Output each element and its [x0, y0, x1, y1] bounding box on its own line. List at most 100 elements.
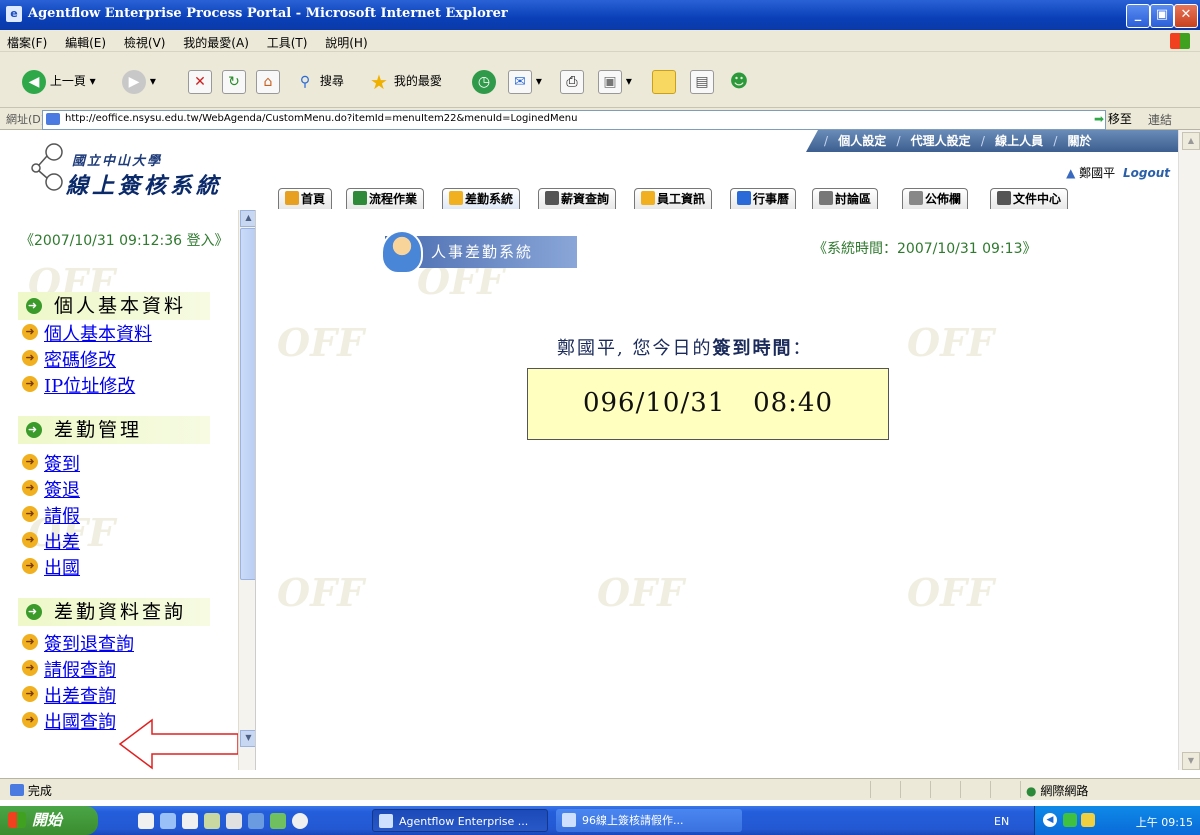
tray-app-icon[interactable]	[1081, 813, 1095, 827]
print-button[interactable]: ⎙	[560, 66, 584, 96]
research-button[interactable]: ▤	[690, 66, 714, 96]
tab-bulletin[interactable]: 公佈欄	[902, 188, 969, 209]
search-button[interactable]: ⚲ 搜尋	[294, 66, 344, 96]
topnav-online-users[interactable]: 線上人員	[995, 134, 1043, 148]
topnav-agent-settings[interactable]: 代理人設定	[911, 134, 971, 148]
bullet-icon: ➜	[22, 376, 38, 392]
quicklaunch-icon[interactable]	[138, 813, 154, 829]
forward-arrow-icon: ▶	[122, 69, 146, 94]
link-signin-query[interactable]: ➜ 簽到退查詢	[22, 630, 134, 656]
clock[interactable]: 上午 09:15	[1136, 814, 1193, 830]
logout-link[interactable]: Logout	[1123, 166, 1170, 180]
menu-bar: 檔案(F) 編輯(E) 檢視(V) 我的最愛(A) 工具(T) 說明(H)	[0, 30, 1200, 52]
site-logo[interactable]: 國立中山大學 線上簽核系統	[26, 142, 218, 199]
person-icon	[381, 230, 423, 274]
arrow-bullet-icon: ➜	[26, 298, 42, 314]
tab-forum[interactable]: 討論區	[812, 188, 879, 209]
quicklaunch-icon[interactable]	[292, 813, 308, 829]
link-leave[interactable]: ➜ 請假	[22, 502, 80, 528]
minimize-button[interactable]: _	[1126, 4, 1150, 28]
link-business-trip[interactable]: ➜ 出差	[22, 528, 80, 554]
close-button[interactable]: ✕	[1174, 4, 1198, 28]
back-label: 上一頁	[49, 74, 86, 88]
section-query[interactable]: ➜ 差勤資料查詢	[18, 598, 210, 626]
mail-button[interactable]: ✉ ▾	[508, 66, 542, 96]
section-personal[interactable]: ➜ 個人基本資料	[18, 292, 210, 320]
tab-home[interactable]: 首頁	[278, 188, 333, 209]
link-trip-query[interactable]: ➜ 出差查詢	[22, 682, 116, 708]
stop-button[interactable]: ✕	[188, 66, 212, 96]
go-button[interactable]: ➡ 移至	[1094, 110, 1132, 128]
menu-view[interactable]: 檢視(V)	[117, 30, 173, 51]
link-sign-out[interactable]: ➜ 簽退	[22, 476, 80, 502]
top-nav: / 個人設定 / 代理人設定 / 線上人員 / 關於	[806, 130, 1196, 152]
back-button[interactable]: ◀ 上一頁 ▾	[22, 66, 96, 96]
tab-documents[interactable]: 文件中心	[990, 188, 1069, 209]
topnav-about[interactable]: 關於	[1068, 134, 1092, 148]
taskbar-item-word[interactable]: 96線上簽核請假作...	[556, 809, 742, 832]
links-button[interactable]: 連結	[1148, 111, 1172, 128]
tab-staff-info[interactable]: 員工資訊	[634, 188, 713, 209]
address-input[interactable]: http://eoffice.nsysu.edu.tw/WebAgenda/Cu…	[42, 110, 1106, 130]
scroll-thumb[interactable]	[240, 228, 255, 580]
page-scroll-up[interactable]: ▲	[1182, 132, 1200, 150]
edit-button[interactable]: ▣ ▾	[598, 66, 632, 96]
tab-calendar[interactable]: 行事曆	[730, 188, 797, 209]
star-icon: ★	[370, 69, 388, 94]
link-personal-info[interactable]: ➜ 個人基本資料	[22, 320, 152, 346]
sidebar-scrollbar[interactable]: ▲ ▼	[238, 210, 255, 770]
windows-logo-icon	[8, 812, 26, 828]
folder-button[interactable]	[652, 66, 676, 96]
refresh-button[interactable]: ↻	[222, 66, 246, 96]
history-button[interactable]: ◷	[472, 66, 496, 96]
quicklaunch-icon[interactable]	[182, 813, 198, 829]
page-scroll-down[interactable]: ▼	[1182, 752, 1200, 770]
link-sign-in[interactable]: ➜ 簽到	[22, 450, 80, 476]
taskbar-item-browser[interactable]: Agentflow Enterprise ...	[372, 809, 548, 832]
link-leave-query[interactable]: ➜ 請假查詢	[22, 656, 116, 682]
tray-network-icon[interactable]	[1063, 813, 1077, 827]
section-attendance[interactable]: ➜ 差勤管理	[18, 416, 210, 444]
menu-tools[interactable]: 工具(T)	[260, 30, 315, 51]
quicklaunch-ie-icon[interactable]	[160, 813, 176, 829]
favorites-button[interactable]: ★ 我的最愛	[368, 66, 442, 96]
watermark: OFF	[597, 570, 685, 615]
scroll-down-button[interactable]: ▼	[240, 730, 255, 747]
link-ip-change[interactable]: ➜ IP位址修改	[22, 372, 135, 398]
user-name: 鄭國平	[1079, 166, 1116, 180]
main-tabs: 首頁 流程作業 差勤系統 薪資查詢 員工資訊 行事曆 討論區 公佈欄 文件中心	[278, 188, 1178, 212]
menu-help[interactable]: 說明(H)	[318, 30, 374, 51]
book-icon	[545, 191, 559, 205]
go-label: 移至	[1107, 112, 1132, 126]
quicklaunch-messenger-icon[interactable]	[270, 813, 286, 829]
quicklaunch-icon[interactable]	[204, 813, 220, 829]
maximize-button[interactable]: ▣	[1150, 4, 1174, 28]
window-title-bar[interactable]: e Agentflow Enterprise Process Portal - …	[0, 0, 1200, 30]
topnav-personal-settings[interactable]: 個人設定	[838, 134, 886, 148]
user-info: ▲ 鄭國平 Logout	[1066, 164, 1170, 181]
sidebar-frame: OFF OFF 《2007/10/31 09:12:36 登入》 ➜ 個人基本資料…	[8, 210, 256, 770]
link-overseas-query[interactable]: ➜ 出國查詢	[22, 708, 116, 734]
messenger-button[interactable]: ☻	[728, 66, 750, 96]
globe-icon: ●	[1026, 784, 1037, 798]
scroll-up-button[interactable]: ▲	[240, 210, 255, 227]
home-button[interactable]: ⌂	[256, 66, 280, 96]
menu-favorites[interactable]: 我的最愛(A)	[176, 30, 256, 51]
link-overseas[interactable]: ➜ 出國	[22, 554, 80, 580]
link-password-change[interactable]: ➜ 密碼修改	[22, 346, 116, 372]
menu-file[interactable]: 檔案(F)	[0, 30, 54, 51]
menu-edit[interactable]: 編輯(E)	[58, 30, 113, 51]
tab-salary[interactable]: 薪資查詢	[538, 188, 617, 209]
bullet-icon: ➜	[22, 350, 38, 366]
tray-arrow-icon[interactable]: ◀	[1043, 813, 1057, 827]
page-scrollbar[interactable]: ▲ ▼	[1178, 130, 1200, 770]
tab-workflow[interactable]: 流程作業	[346, 188, 425, 209]
messenger-icon: ☻	[729, 70, 749, 92]
tab-attendance[interactable]: 差勤系統	[442, 188, 521, 209]
bullet-icon: ➜	[22, 712, 38, 728]
quicklaunch-icon[interactable]	[226, 813, 242, 829]
start-button[interactable]: 開始	[0, 806, 98, 835]
forward-button[interactable]: ▶ ▾	[122, 66, 156, 96]
language-indicator[interactable]: EN	[994, 815, 1009, 828]
quicklaunch-word-icon[interactable]	[248, 813, 264, 829]
